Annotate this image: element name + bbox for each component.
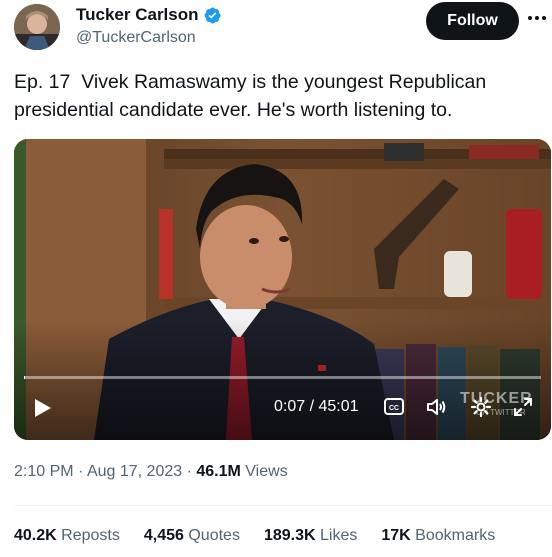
reposts-count: 40.2K bbox=[14, 527, 57, 544]
video-player[interactable]: 0:07 / 45:01 CC TUCKER ON TWITTER bbox=[14, 139, 551, 440]
avatar-image bbox=[14, 4, 60, 50]
volume-icon[interactable] bbox=[425, 396, 447, 418]
tweet-date[interactable]: Aug 17, 2023 bbox=[87, 463, 182, 480]
views-count: 46.1M bbox=[196, 463, 241, 480]
tweet-header: Tucker Carlson @TuckerCarlson Follow bbox=[0, 0, 552, 60]
quotes-stat[interactable]: 4,456 Quotes bbox=[144, 527, 240, 545]
fullscreen-icon[interactable] bbox=[512, 396, 534, 418]
tweet-meta: 2:10 PM · Aug 17, 2023 · 46.1M Views bbox=[14, 463, 288, 481]
video-controls: 0:07 / 45:01 CC TUCKER ON TWITTER bbox=[14, 384, 551, 440]
meta-separator: · bbox=[78, 463, 84, 480]
closed-captions-icon[interactable]: CC bbox=[384, 398, 404, 415]
follow-button[interactable]: Follow bbox=[426, 2, 519, 40]
play-icon[interactable] bbox=[30, 396, 54, 420]
verified-badge-icon bbox=[203, 6, 222, 25]
meta-separator: · bbox=[186, 463, 192, 480]
engagement-stats: 40.2K Reposts 4,456 Quotes 189.3K Likes … bbox=[14, 527, 519, 545]
settings-gear-icon[interactable] bbox=[470, 396, 492, 418]
more-horizontal-icon[interactable] bbox=[527, 8, 547, 28]
author-block: Tucker Carlson @TuckerCarlson bbox=[76, 5, 222, 47]
quotes-count: 4,456 bbox=[143, 527, 184, 544]
views-label: Views bbox=[245, 463, 288, 480]
reposts-label: Reposts bbox=[61, 527, 120, 544]
quotes-label: Quotes bbox=[188, 527, 240, 544]
video-progress-fill bbox=[24, 376, 26, 379]
tweet-text: Ep. 17 Vivek Ramaswamy is the youngest R… bbox=[14, 71, 492, 121]
author-handle[interactable]: @TuckerCarlson bbox=[76, 29, 222, 47]
video-timecode: 0:07 / 45:01 bbox=[274, 398, 359, 415]
reposts-stat[interactable]: 40.2K Reposts bbox=[14, 527, 120, 545]
likes-count: 189.3K bbox=[263, 527, 316, 544]
svg-text:CC: CC bbox=[389, 405, 399, 412]
author-name[interactable]: Tucker Carlson bbox=[76, 5, 199, 25]
bookmarks-count: 17K bbox=[381, 527, 411, 544]
divider bbox=[14, 505, 552, 506]
likes-stat[interactable]: 189.3K Likes bbox=[264, 527, 357, 545]
avatar[interactable] bbox=[14, 4, 60, 50]
bookmarks-stat[interactable]: 17K Bookmarks bbox=[381, 527, 495, 545]
tweet-time[interactable]: 2:10 PM bbox=[14, 463, 74, 480]
video-progress-bar[interactable] bbox=[24, 376, 541, 379]
bookmarks-label: Bookmarks bbox=[415, 527, 496, 544]
likes-label: Likes bbox=[320, 527, 358, 544]
